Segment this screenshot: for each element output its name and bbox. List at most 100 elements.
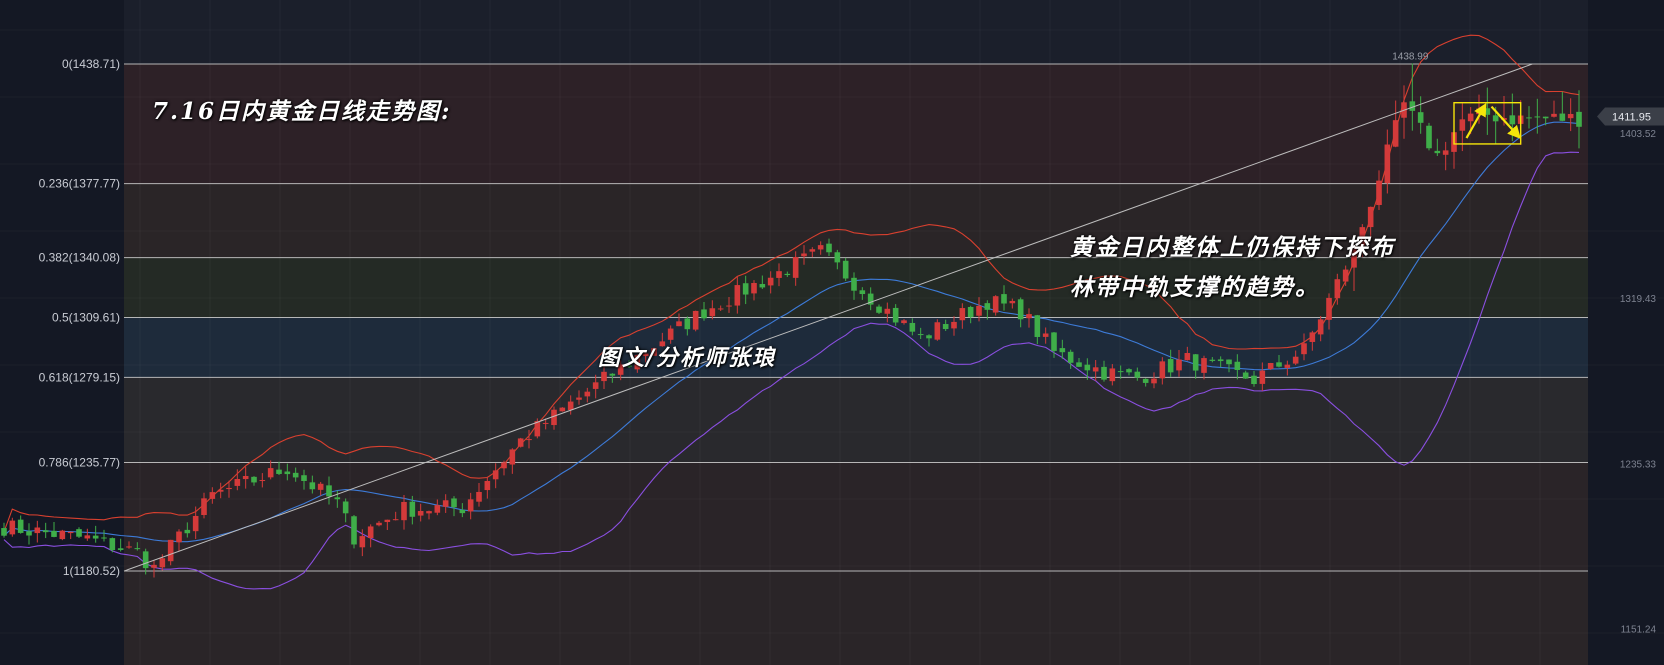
candle-body [976, 305, 982, 316]
chart-title-annotation: 7.16日内黄金日线走势图: [152, 98, 452, 125]
candle-body [451, 498, 457, 508]
candle-body [1201, 358, 1207, 373]
candle-body [292, 472, 299, 478]
candle-body [9, 520, 16, 535]
current-price-label: 1411.95 [1612, 112, 1651, 124]
candle-body [109, 538, 116, 551]
candle-body [942, 324, 949, 330]
candle-body [376, 522, 382, 526]
candle-body [992, 296, 999, 313]
candle-body [851, 277, 857, 291]
candle-body [1284, 364, 1291, 368]
candle-body [876, 306, 882, 313]
candle-body [476, 491, 482, 502]
candle-body [1567, 113, 1574, 119]
candle-body [501, 462, 507, 469]
candle-body [792, 257, 799, 278]
candle-body [1542, 116, 1549, 119]
trend-commentary: 黄金日内整体上仍保持下探布 林带中轨支撑的趋势。 [1070, 228, 1395, 308]
candle-body [1067, 351, 1074, 363]
candle-body [726, 305, 732, 307]
fib-zone-band [124, 0, 1588, 64]
candle-body [251, 476, 257, 483]
candle-body [1059, 348, 1066, 353]
candle-body [84, 535, 91, 539]
candle-body [1267, 363, 1274, 369]
session-high-label: 1438.99 [1392, 51, 1429, 62]
candle-body [267, 468, 274, 478]
candle-body [1467, 113, 1474, 122]
candle-body [1392, 120, 1399, 147]
candle-body [826, 243, 832, 253]
candle-body [1226, 359, 1232, 365]
candle-body [26, 531, 32, 536]
candle-body [1292, 356, 1299, 364]
candle-body [892, 307, 899, 323]
chart-stage: 0(1438.71) 0.236(1377.77) 0.382(1340.08) 0.… [0, 0, 1664, 665]
candle-body [592, 382, 599, 389]
candle-body [1017, 299, 1024, 320]
candle-body [559, 407, 566, 412]
candle-body [917, 334, 924, 336]
candle-body [1009, 300, 1016, 304]
candle-body [842, 260, 849, 279]
candle-body [434, 505, 441, 513]
candle-body [1459, 119, 1466, 131]
candle-body [1276, 362, 1282, 367]
candle-body [442, 500, 449, 507]
candle-body [1317, 319, 1324, 335]
candle-body [926, 335, 932, 339]
candle-body [717, 308, 724, 310]
candle-body [1034, 315, 1041, 337]
candle-body [951, 321, 957, 329]
candle-body [1026, 314, 1032, 319]
candle-body [609, 373, 616, 376]
candle-body [417, 511, 424, 516]
candle-body [1134, 371, 1141, 378]
candle-body [42, 530, 49, 533]
candle-body [526, 439, 532, 441]
candle-body [1242, 372, 1249, 379]
candle-body [1192, 354, 1199, 371]
candle-body [884, 308, 891, 314]
candle-body [1042, 333, 1049, 337]
candle-body [126, 546, 132, 548]
candle-body [542, 422, 549, 424]
candle-body [17, 519, 24, 533]
candle-body [359, 536, 366, 548]
candle-body [184, 529, 191, 534]
candle-body [1051, 332, 1057, 351]
fib-level-label: 0.382(1340.08) [39, 251, 120, 265]
fib-level-label: 0.236(1377.77) [39, 177, 120, 191]
candle-body [1442, 150, 1449, 155]
candle-body [1176, 359, 1182, 371]
candle-body [709, 308, 716, 317]
candle-body [1101, 366, 1107, 380]
candle-body [326, 485, 332, 497]
candle-body [167, 539, 174, 562]
candle-body [276, 469, 282, 474]
candle-body [76, 529, 82, 537]
price-axis-label: 1403.52 [1620, 129, 1657, 140]
candle-body [967, 306, 974, 318]
candle-body [59, 530, 66, 540]
candle-body [1376, 180, 1382, 205]
candle-body [151, 564, 157, 568]
fib-level-label: 1(1180.52) [63, 564, 120, 578]
candle-body [409, 501, 416, 517]
candle-body [601, 371, 607, 382]
candle-body [176, 531, 182, 543]
candle-body [117, 548, 124, 551]
candle-body [1301, 343, 1307, 355]
candle-body [1142, 378, 1149, 383]
candle-body [384, 519, 391, 523]
candle-body [784, 273, 791, 276]
candle-body [209, 492, 216, 499]
candle-body [1076, 362, 1082, 367]
candle-body [1217, 359, 1224, 362]
fib-level-label: 0(1438.71) [62, 57, 120, 71]
candle-body [334, 497, 341, 500]
price-axis-label: 1235.33 [1620, 459, 1657, 470]
candle-body [734, 285, 741, 306]
candle-body [1092, 367, 1099, 372]
